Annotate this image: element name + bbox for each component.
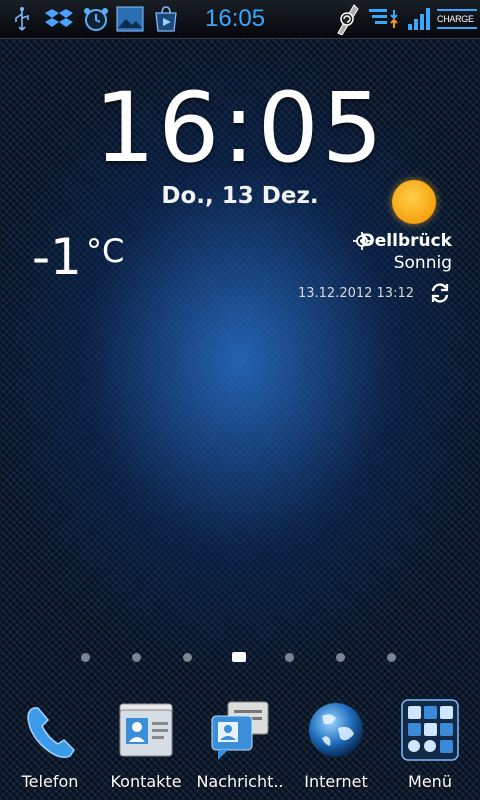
- dock-app-label: Telefon: [21, 772, 79, 791]
- signal-icon: [408, 8, 430, 30]
- dock-app-contacts[interactable]: Kontakte: [98, 696, 194, 800]
- clock-time[interactable]: 16:05: [0, 72, 480, 184]
- page-dot[interactable]: [285, 653, 294, 662]
- dock-app-internet[interactable]: Internet: [288, 696, 384, 800]
- sync-icon: [337, 4, 359, 35]
- page-dot[interactable]: [183, 653, 192, 662]
- page-dot[interactable]: [81, 653, 90, 662]
- battery-charge-label: CHARGE: [437, 9, 477, 29]
- app-drawer-icon: [401, 699, 459, 761]
- alarm-clock-icon: [84, 8, 108, 31]
- status-bar[interactable]: 16:05 CHARGE: [0, 0, 480, 39]
- status-time: 16:05: [205, 5, 266, 32]
- dock-app-phone[interactable]: Telefon: [2, 696, 98, 800]
- page-indicator[interactable]: [0, 651, 480, 663]
- weather-unit: °C: [86, 232, 125, 270]
- dock-app-label: Internet: [304, 772, 368, 791]
- play-store-icon: [155, 6, 177, 32]
- dropbox-icon: [45, 9, 73, 27]
- page-dot[interactable]: [132, 653, 141, 662]
- weather-temperature[interactable]: -1: [32, 228, 82, 286]
- page-dot-active[interactable]: [232, 652, 246, 662]
- dock-app-label: Menü: [408, 772, 452, 791]
- dock-app-messages[interactable]: Nachricht..: [192, 696, 288, 800]
- weather-updated-time: 13.12.2012 13:12: [297, 286, 414, 301]
- contacts-icon: [119, 703, 173, 757]
- usb-icon: [15, 7, 29, 31]
- dock-app-drawer[interactable]: Menü: [382, 696, 478, 800]
- refresh-icon[interactable]: [429, 282, 451, 304]
- gallery-icon: [116, 6, 144, 32]
- dock-app-label: Nachricht..: [196, 772, 284, 791]
- weather-location[interactable]: Dellbrück: [361, 231, 452, 251]
- sun-icon[interactable]: [392, 180, 436, 224]
- page-dot[interactable]: [387, 653, 396, 662]
- weather-condition: Sonnig: [393, 253, 452, 273]
- globe-icon: [309, 703, 363, 757]
- dock: Telefon Kontakte Nachricht.. Internet Me…: [0, 696, 480, 800]
- messages-icon: [211, 701, 269, 760]
- page-dot[interactable]: [336, 653, 345, 662]
- dock-app-label: Kontakte: [110, 772, 182, 791]
- data-transfer-icon: [369, 9, 398, 28]
- phone-icon: [27, 707, 75, 759]
